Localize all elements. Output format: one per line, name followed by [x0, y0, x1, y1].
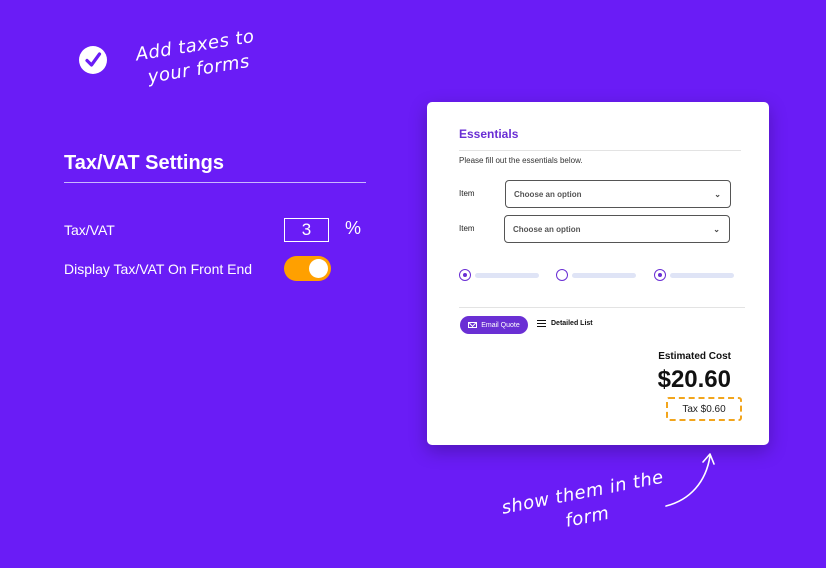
tax-amount-highlight: Tax $0.60 [666, 397, 742, 421]
item-select[interactable]: Choose an option ⌄ [504, 215, 730, 243]
select-placeholder: Choose an option [514, 189, 582, 199]
callout-add-taxes: Add taxes to your forms [119, 23, 275, 94]
item-select[interactable]: Choose an option ⌄ [505, 180, 731, 208]
settings-title: Tax/VAT Settings [64, 152, 225, 174]
radio-option[interactable] [654, 269, 734, 281]
select-placeholder: Choose an option [513, 224, 581, 234]
item-label: Item [459, 189, 475, 198]
radio-unselected-icon [556, 269, 568, 281]
section-title: Essentials [459, 127, 519, 141]
radio-label-placeholder [572, 272, 636, 278]
email-quote-button[interactable]: Email Quote [460, 316, 528, 334]
form-preview-card: Essentials Please fill out the essential… [427, 102, 769, 445]
tax-amount: Tax $0.60 [682, 403, 726, 415]
tax-vat-input[interactable] [284, 218, 329, 242]
estimated-cost-label: Estimated Cost [658, 351, 731, 362]
item-label: Item [459, 224, 475, 233]
display-tax-toggle[interactable] [284, 256, 331, 281]
settings-divider [64, 182, 366, 183]
radio-label-placeholder [475, 272, 539, 278]
detailed-list-label: Detailed List [551, 320, 593, 327]
list-icon [537, 320, 546, 327]
section-divider [459, 150, 741, 151]
check-circle-icon [79, 46, 107, 74]
radio-option[interactable] [556, 269, 636, 281]
tax-vat-label: Tax/VAT [64, 222, 115, 238]
detailed-list-button[interactable]: Detailed List [537, 320, 593, 327]
radio-option[interactable] [459, 269, 539, 281]
toggle-knob [309, 259, 328, 278]
display-tax-label: Display Tax/VAT On Front End [64, 261, 253, 277]
envelope-icon [468, 322, 478, 328]
percent-symbol: % [345, 218, 362, 238]
total-amount: $20.60 [657, 366, 731, 393]
radio-selected-icon [654, 269, 666, 281]
chevron-down-icon: ⌄ [713, 224, 720, 234]
section-description: Please fill out the essentials below. [459, 156, 583, 165]
callout-show-in-form: show them in the form [487, 462, 683, 547]
chevron-down-icon: ⌄ [714, 189, 721, 199]
radio-selected-icon [459, 269, 471, 281]
actions-divider [459, 307, 745, 308]
radio-label-placeholder [670, 272, 734, 278]
email-quote-label: Email Quote [481, 321, 520, 329]
